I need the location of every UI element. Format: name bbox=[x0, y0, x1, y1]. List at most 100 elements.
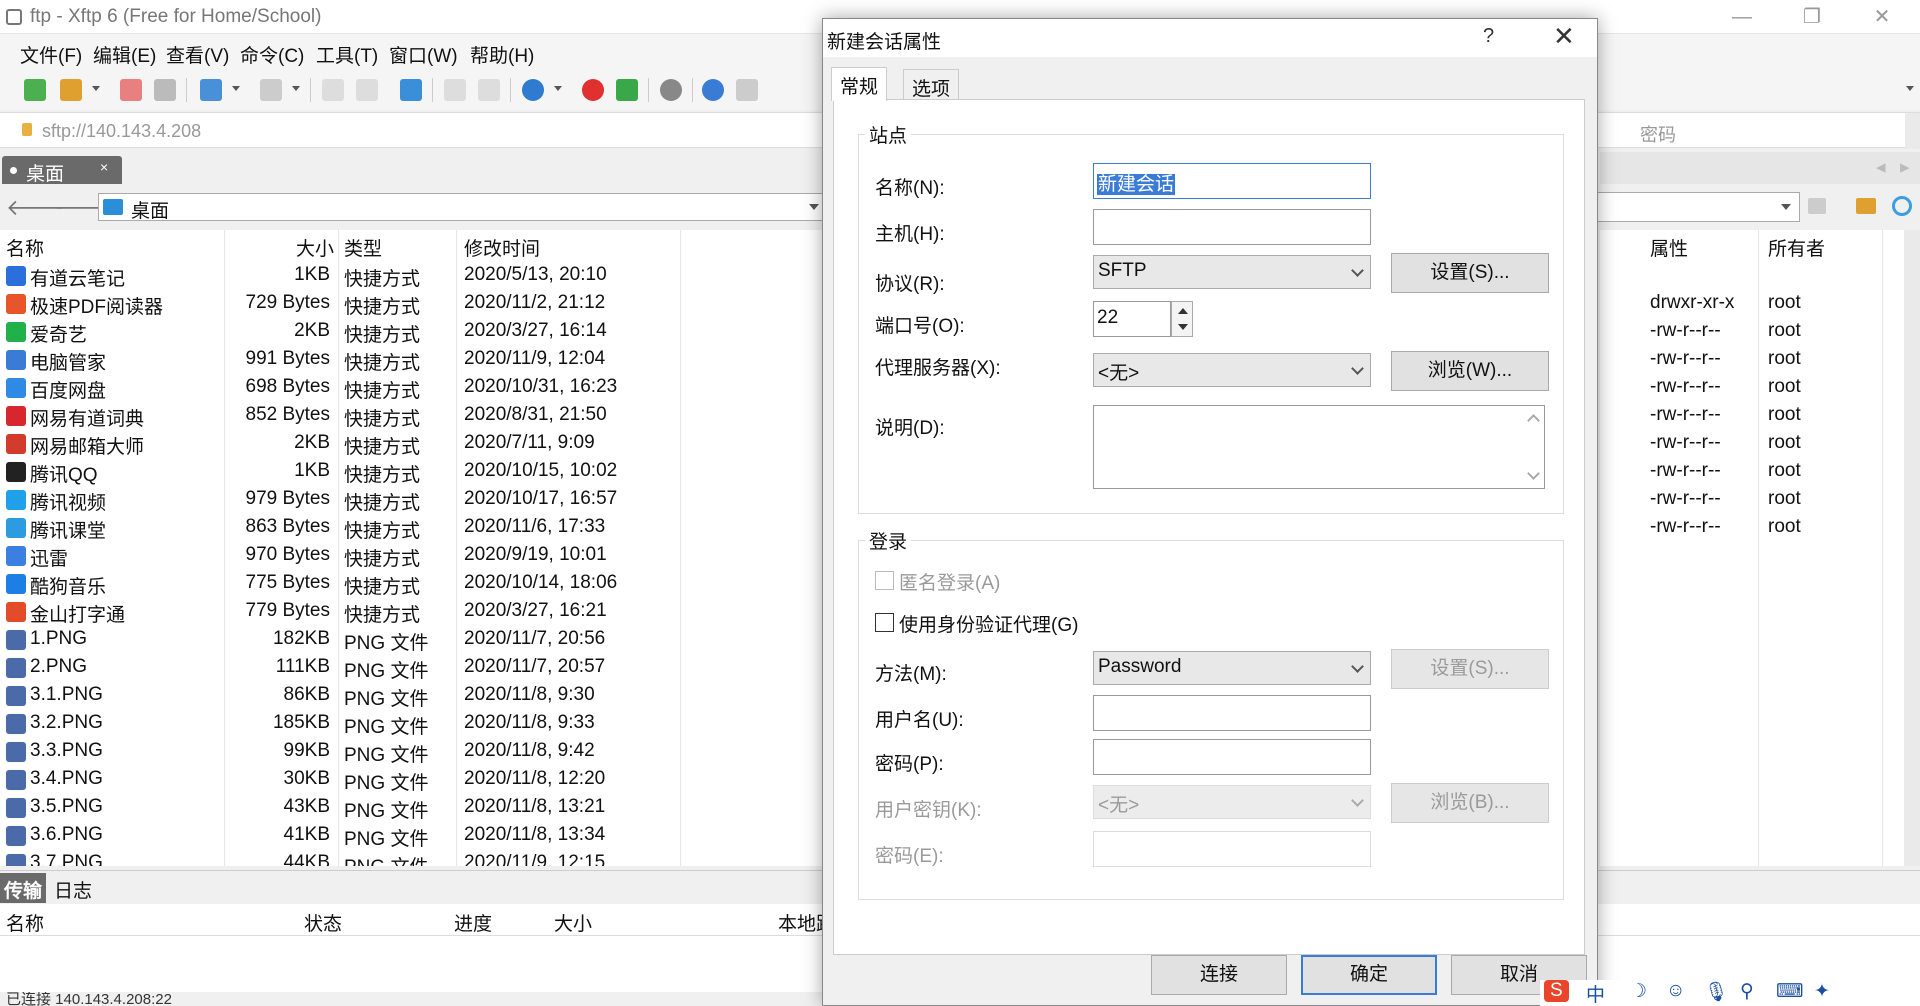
file-row[interactable]: 3.5.PNG 43KB PNG 文件 2020/11/8, 13:21 bbox=[0, 794, 826, 822]
punctuation-icon[interactable]: ☽ bbox=[1630, 980, 1647, 1003]
menu-edit[interactable]: 编辑(E) bbox=[93, 41, 156, 68]
file-row[interactable]: 腾讯课堂 863 Bytes 快捷方式 2020/11/6, 17:33 bbox=[0, 514, 826, 542]
tab-local-desktop[interactable]: 桌面 × bbox=[2, 156, 122, 185]
col-attr[interactable]: 属性 bbox=[1650, 230, 1688, 260]
agent-checkbox[interactable] bbox=[875, 613, 894, 632]
file-row[interactable]: 3.3.PNG 99KB PNG 文件 2020/11/8, 9:42 bbox=[0, 738, 826, 766]
remote-file-row[interactable]: -rw-r--r-- root bbox=[1600, 458, 1920, 486]
remote-file-row[interactable]: -rw-r--r-- root bbox=[1600, 318, 1920, 346]
paste-icon[interactable] bbox=[356, 79, 378, 101]
search-icon[interactable]: ⚲ bbox=[1740, 980, 1754, 1003]
remote-file-row[interactable]: -rw-r--r-- root bbox=[1600, 430, 1920, 458]
file-row[interactable]: 金山打字通 779 Bytes 快捷方式 2020/3/27, 16:21 bbox=[0, 598, 826, 626]
file-row[interactable]: 腾讯视频 979 Bytes 快捷方式 2020/10/17, 16:57 bbox=[0, 486, 826, 514]
terminal-icon[interactable] bbox=[260, 79, 282, 101]
transfer-col-status[interactable]: 状态 bbox=[304, 909, 342, 936]
chevron-down-icon[interactable] bbox=[1781, 204, 1791, 210]
password-field[interactable]: 密码 bbox=[1640, 121, 1676, 147]
spin-up-icon[interactable] bbox=[1178, 308, 1188, 314]
file-row[interactable]: 3.2.PNG 185KB PNG 文件 2020/11/8, 9:33 bbox=[0, 710, 826, 738]
transfer-col-size[interactable]: 大小 bbox=[554, 909, 592, 936]
remote-file-row[interactable]: -rw-r--r-- root bbox=[1600, 374, 1920, 402]
remote-file-row[interactable]: -rw-r--r-- root bbox=[1600, 346, 1920, 374]
tab-log[interactable]: 日志 bbox=[54, 876, 92, 903]
col-modified[interactable]: 修改时间 bbox=[464, 230, 540, 260]
file-row[interactable]: 网易邮箱大师 2KB 快捷方式 2020/7/11, 9:09 bbox=[0, 430, 826, 458]
menu-view[interactable]: 查看(V) bbox=[166, 41, 229, 68]
file-row[interactable]: 电脑管家 991 Bytes 快捷方式 2020/11/9, 12:04 bbox=[0, 346, 826, 374]
file-row[interactable]: 2.PNG 111KB PNG 文件 2020/11/7, 20:57 bbox=[0, 654, 826, 682]
connect-icon[interactable] bbox=[120, 79, 142, 101]
col-name[interactable]: 名称 bbox=[6, 230, 44, 260]
textarea-scrollbar[interactable] bbox=[1524, 406, 1544, 488]
col-size[interactable]: 大小 bbox=[296, 230, 334, 260]
file-row[interactable]: 3.4.PNG 30KB PNG 文件 2020/11/8, 12:20 bbox=[0, 766, 826, 794]
emoji-icon[interactable]: ☺ bbox=[1666, 980, 1685, 1002]
sogou-logo-icon[interactable]: S bbox=[1544, 980, 1569, 1002]
protocol-settings-button[interactable]: 设置(S)... bbox=[1391, 253, 1549, 293]
skin-icon[interactable]: ✦ bbox=[1814, 980, 1830, 1003]
file-row[interactable]: 极速PDF阅读器 729 Bytes 快捷方式 2020/11/2, 21:12 bbox=[0, 290, 826, 318]
ok-button[interactable]: 确定 bbox=[1301, 955, 1437, 995]
scroll-down-icon[interactable] bbox=[1527, 467, 1540, 480]
maximize-button[interactable]: ❐ bbox=[1792, 4, 1832, 30]
keyboard-icon[interactable]: ⌨ bbox=[1776, 980, 1803, 1003]
tab-transfer[interactable]: 传输 bbox=[0, 873, 46, 903]
xftp-icon[interactable] bbox=[616, 79, 638, 101]
file-row[interactable]: 腾讯QQ 1KB 快捷方式 2020/10/15, 10:02 bbox=[0, 458, 826, 486]
remote-scrollbar[interactable] bbox=[1904, 230, 1920, 866]
remote-path-combo[interactable] bbox=[1596, 192, 1800, 222]
proxy-browse-button[interactable]: 浏览(W)... bbox=[1391, 351, 1549, 391]
remote-file-row[interactable]: -rw-r--r-- root bbox=[1600, 514, 1920, 542]
file-row[interactable]: 网易有道词典 852 Bytes 快捷方式 2020/8/31, 21:50 bbox=[0, 402, 826, 430]
disconnect-icon[interactable] bbox=[154, 79, 176, 101]
host-input[interactable] bbox=[1093, 209, 1371, 245]
tab-general[interactable]: 常规 bbox=[831, 67, 888, 101]
copy-icon[interactable] bbox=[322, 79, 344, 101]
col-type[interactable]: 类型 bbox=[344, 230, 382, 260]
new-tab-icon[interactable] bbox=[200, 79, 222, 101]
proxy-select[interactable]: <无> bbox=[1093, 353, 1371, 387]
connect-button[interactable]: 连接 bbox=[1151, 955, 1287, 995]
scroll-up-icon[interactable] bbox=[1527, 414, 1540, 427]
gear-icon[interactable] bbox=[660, 79, 682, 101]
address-scrollbar[interactable] bbox=[1905, 113, 1920, 149]
file-row[interactable]: 有道云笔记 1KB 快捷方式 2020/5/13, 20:10 bbox=[0, 262, 826, 290]
session-name-input[interactable]: 新建会话 bbox=[1093, 163, 1371, 199]
menu-window[interactable]: 窗口(W) bbox=[389, 41, 458, 68]
address-input[interactable]: sftp://140.143.4.208 bbox=[42, 121, 201, 142]
transfer-col-name[interactable]: 名称 bbox=[6, 909, 44, 936]
tab-scroll-left-icon[interactable]: ◂ bbox=[1876, 156, 1886, 179]
mic-icon[interactable]: 🎙 bbox=[1704, 980, 1728, 1004]
anonymous-checkbox[interactable] bbox=[875, 571, 894, 590]
file-row[interactable]: 酷狗音乐 775 Bytes 快捷方式 2020/10/14, 18:06 bbox=[0, 570, 826, 598]
help-icon[interactable] bbox=[702, 79, 724, 101]
userkey-select[interactable]: <无> bbox=[1093, 785, 1371, 819]
open-folder-icon[interactable] bbox=[60, 79, 82, 101]
chevron-down-icon[interactable] bbox=[809, 204, 819, 210]
menu-file[interactable]: 文件(F) bbox=[20, 41, 82, 68]
xshell-icon[interactable] bbox=[582, 79, 604, 101]
remote-file-row[interactable]: -rw-r--r-- root bbox=[1600, 402, 1920, 430]
tab-scroll-right-icon[interactable]: ▸ bbox=[1900, 156, 1910, 179]
help-button[interactable]: ? bbox=[1483, 25, 1494, 48]
transfer-col-progress[interactable]: 进度 bbox=[454, 909, 492, 936]
file-row[interactable]: 3.1.PNG 86KB PNG 文件 2020/11/8, 9:30 bbox=[0, 682, 826, 710]
remote-file-row[interactable]: -rw-r--r-- root bbox=[1600, 486, 1920, 514]
menu-help[interactable]: 帮助(H) bbox=[470, 41, 534, 68]
description-textarea[interactable] bbox=[1093, 405, 1545, 489]
method-select[interactable]: Password bbox=[1093, 651, 1371, 685]
spin-down-icon[interactable] bbox=[1178, 324, 1188, 330]
local-path-combo[interactable]: 桌面 bbox=[98, 193, 826, 222]
file-row[interactable]: 3.6.PNG 41KB PNG 文件 2020/11/8, 13:34 bbox=[0, 822, 826, 850]
col-owner[interactable]: 所有者 bbox=[1768, 230, 1825, 260]
chat-icon[interactable] bbox=[736, 79, 758, 101]
file-row[interactable]: 爱奇艺 2KB 快捷方式 2020/3/27, 16:14 bbox=[0, 318, 826, 346]
menu-tools[interactable]: 工具(T) bbox=[316, 41, 378, 68]
remote-file-row[interactable]: drwxr-xr-x root bbox=[1600, 290, 1920, 318]
protocol-select[interactable]: SFTP bbox=[1093, 255, 1371, 289]
file-row[interactable]: 迅雷 970 Bytes 快捷方式 2020/9/19, 10:01 bbox=[0, 542, 826, 570]
globe-icon[interactable] bbox=[522, 79, 544, 101]
username-input[interactable] bbox=[1093, 695, 1371, 731]
port-spinner[interactable] bbox=[1171, 301, 1193, 337]
